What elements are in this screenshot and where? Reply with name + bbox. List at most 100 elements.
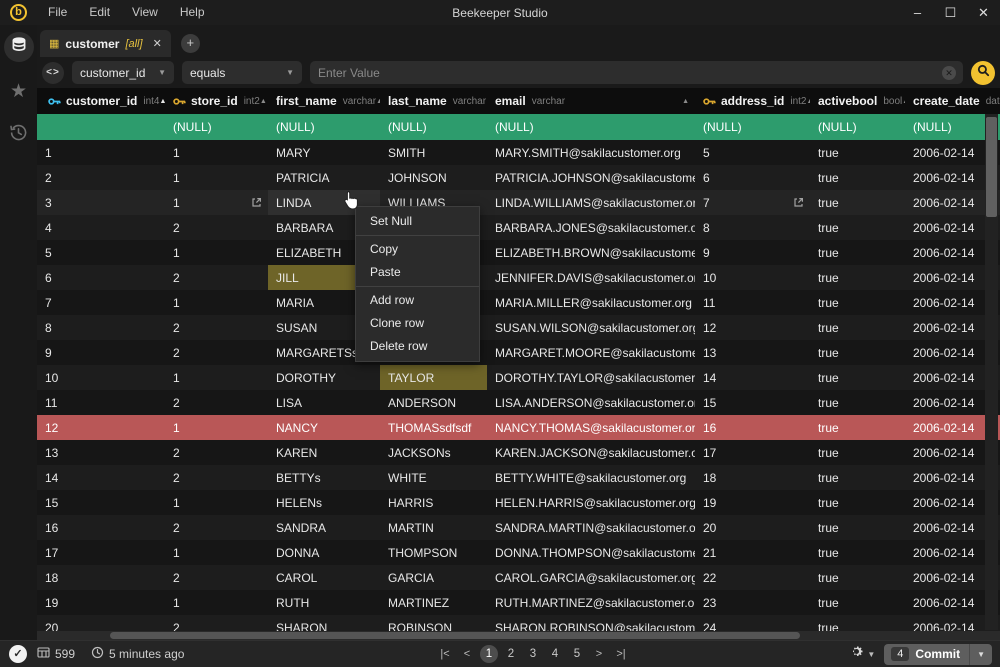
cell[interactable]: 1 (165, 240, 268, 265)
cell[interactable]: 17 (695, 440, 810, 465)
expand-cell-icon[interactable] (793, 197, 804, 208)
cell[interactable]: 18 (37, 565, 165, 590)
cell[interactable]: LISA (268, 390, 380, 415)
tab-close-icon[interactable]: ✕ (153, 37, 162, 50)
cell[interactable]: 1 (165, 290, 268, 315)
last-page-button[interactable]: >| (612, 648, 630, 660)
cell[interactable]: (NULL) (165, 114, 268, 140)
cell[interactable]: 1 (165, 365, 268, 390)
cell[interactable]: KAREN (268, 440, 380, 465)
cell[interactable]: CAROL.GARCIA@sakilacustomer.org (487, 565, 695, 590)
cell[interactable]: 8 (695, 215, 810, 240)
cell[interactable]: (NULL) (810, 114, 905, 140)
vertical-scrollbar[interactable] (985, 114, 998, 630)
cell[interactable]: 7 (37, 290, 165, 315)
cell[interactable]: 1 (165, 590, 268, 615)
column-header-activebool[interactable]: activeboolbool▲ (810, 88, 905, 114)
column-header-first_name[interactable]: first_namevarchar▲ (268, 88, 380, 114)
cell[interactable]: PATRICIA (268, 165, 380, 190)
cell[interactable]: ANDERSON (380, 390, 487, 415)
cell[interactable]: BARBARA.JONES@sakilacustomer.org (487, 215, 695, 240)
sidebar-item-history[interactable] (0, 113, 37, 157)
cell[interactable]: 1 (165, 140, 268, 165)
cell[interactable]: DOROTHY (268, 365, 380, 390)
context-menu-item-add-row[interactable]: Add row (356, 289, 479, 312)
cell[interactable]: JENNIFER.DAVIS@sakilacustomer.org (487, 265, 695, 290)
cell[interactable]: SANDRA (268, 515, 380, 540)
cell[interactable]: 1 (165, 190, 268, 215)
cell[interactable] (37, 114, 165, 140)
settings-menu-button[interactable]: ▼ (849, 644, 875, 664)
horizontal-scrollbar[interactable] (37, 631, 1000, 640)
cell[interactable]: 2 (165, 215, 268, 240)
sidebar-item-favorites[interactable]: ★ (0, 69, 37, 113)
page-button-3[interactable]: 3 (524, 645, 542, 663)
cell[interactable]: MARTINEZ (380, 590, 487, 615)
cell[interactable]: 1 (165, 490, 268, 515)
cell[interactable]: true (810, 340, 905, 365)
cell[interactable]: 5 (695, 140, 810, 165)
menu-help[interactable]: Help (169, 0, 216, 25)
column-header-customer_id[interactable]: customer_idint4▲ (37, 88, 165, 114)
close-button[interactable]: ✕ (967, 0, 1000, 25)
cell[interactable]: PATRICIA.JOHNSON@sakilacustomer.org (487, 165, 695, 190)
cell[interactable]: LISA.ANDERSON@sakilacustomer.org (487, 390, 695, 415)
cell[interactable]: 4 (37, 215, 165, 240)
page-button-1[interactable]: 1 (480, 645, 498, 663)
cell[interactable]: 6 (37, 265, 165, 290)
cell[interactable]: BETTYs (268, 465, 380, 490)
cell[interactable]: 15 (695, 390, 810, 415)
cell[interactable]: true (810, 140, 905, 165)
maximize-button[interactable]: ☐ (934, 0, 967, 25)
cell[interactable]: HELEN.HARRIS@sakilacustomer.org (487, 490, 695, 515)
cell[interactable]: 11 (37, 390, 165, 415)
cell[interactable]: 13 (695, 340, 810, 365)
cell[interactable]: TAYLOR (380, 365, 487, 390)
cell[interactable]: MARIA.MILLER@sakilacustomer.org (487, 290, 695, 315)
cell[interactable]: LINDA.WILLIAMS@sakilacustomer.org (487, 190, 695, 215)
cell[interactable]: true (810, 540, 905, 565)
cell[interactable]: 2 (165, 340, 268, 365)
cell[interactable]: 1 (165, 165, 268, 190)
cell[interactable]: true (810, 265, 905, 290)
cell[interactable]: 18 (695, 465, 810, 490)
context-menu-item-copy[interactable]: Copy (356, 238, 479, 261)
horizontal-scrollbar-thumb[interactable] (110, 632, 800, 639)
cell[interactable]: 15 (37, 490, 165, 515)
cell[interactable]: true (810, 215, 905, 240)
cell[interactable]: 11 (695, 290, 810, 315)
context-menu-item-paste[interactable]: Paste (356, 261, 479, 284)
sort-arrow-icon[interactable]: ▲ (260, 98, 267, 105)
context-menu-item-clone-row[interactable]: Clone row (356, 312, 479, 335)
cell[interactable]: 17 (37, 540, 165, 565)
menu-edit[interactable]: Edit (78, 0, 121, 25)
cell[interactable]: 22 (695, 565, 810, 590)
cell[interactable]: true (810, 190, 905, 215)
cell[interactable]: DOROTHY.TAYLOR@sakilacustomer.org (487, 365, 695, 390)
cell[interactable]: MARY (268, 140, 380, 165)
cell[interactable]: 2 (37, 165, 165, 190)
context-menu-item-delete-row[interactable]: Delete row (356, 335, 479, 358)
cell[interactable]: MARGARET.MOORE@sakilacustomer.org (487, 340, 695, 365)
cell[interactable]: 2 (165, 390, 268, 415)
cell[interactable]: 5 (37, 240, 165, 265)
cell[interactable]: 1 (37, 140, 165, 165)
cell[interactable]: NANCY.THOMAS@sakilacustomer.org (487, 415, 695, 440)
cell[interactable]: 2 (165, 565, 268, 590)
first-page-button[interactable]: |< (436, 648, 454, 660)
column-header-store_id[interactable]: store_idint2▲ (165, 88, 268, 114)
cell[interactable]: 20 (695, 515, 810, 540)
cell[interactable]: 2 (165, 440, 268, 465)
cell[interactable]: 1 (165, 415, 268, 440)
cell[interactable]: BETTY.WHITE@sakilacustomer.org (487, 465, 695, 490)
cell[interactable]: true (810, 240, 905, 265)
cell[interactable]: 2 (165, 315, 268, 340)
cell[interactable]: 7 (695, 190, 810, 215)
cell[interactable]: 1 (165, 540, 268, 565)
cell[interactable]: 19 (695, 490, 810, 515)
cell[interactable]: true (810, 165, 905, 190)
cell[interactable]: DONNA (268, 540, 380, 565)
cell[interactable]: (NULL) (695, 114, 810, 140)
cell[interactable]: true (810, 440, 905, 465)
sql-toggle-button[interactable]: <> (42, 62, 64, 84)
